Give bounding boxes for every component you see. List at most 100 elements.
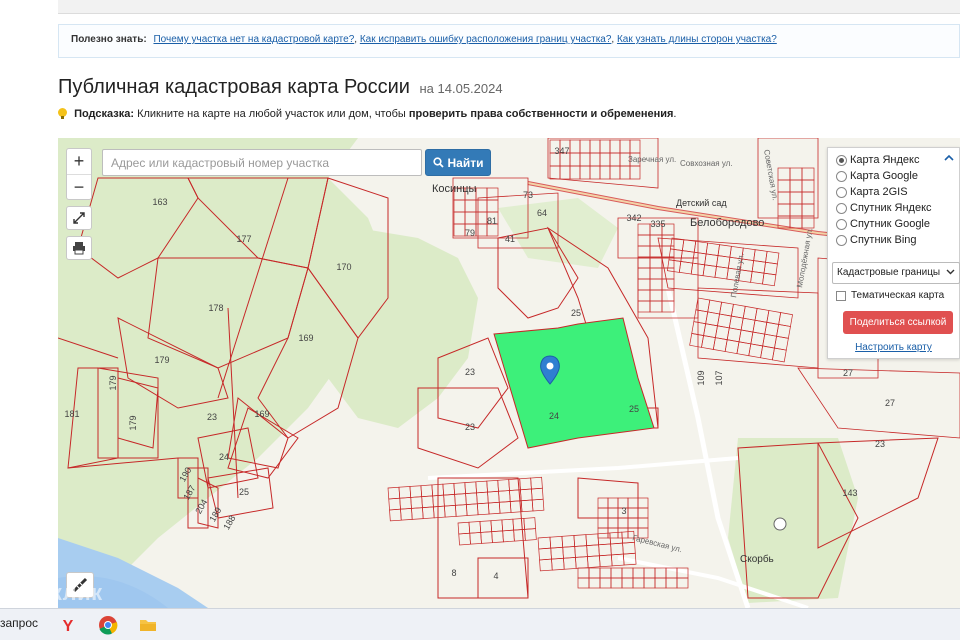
layer-option-google-satellite[interactable]: Спутник Google	[836, 216, 930, 232]
thematic-map-checkbox[interactable]: Тематическая карта	[836, 290, 944, 301]
layer-option-label: Спутник Bing	[850, 234, 917, 246]
parcel-label: 177	[236, 234, 251, 244]
place-label-kindergarten: Детский сад	[676, 198, 727, 208]
expand-icon	[73, 212, 85, 224]
forest-area	[728, 438, 858, 603]
map-canvas[interactable]: 163 177 170 178 169 179 179 179 181 169 …	[58, 138, 960, 608]
configure-map-link[interactable]: Настроить карту	[828, 342, 959, 353]
print-button[interactable]	[66, 236, 92, 260]
page-title: Публичная кадастровая карта России на 14…	[58, 76, 503, 99]
parcel-label: 143	[842, 488, 857, 498]
measure-button[interactable]	[66, 572, 94, 598]
parcel-label: 24	[219, 452, 229, 462]
parcel-label: 179	[154, 355, 169, 365]
file-explorer-icon[interactable]	[136, 613, 160, 637]
parcel-label: 347	[554, 146, 569, 156]
place-label-skorb: Скорбь	[740, 553, 774, 565]
fullscreen-button[interactable]	[66, 206, 92, 230]
parcel-label: 179	[128, 415, 138, 430]
parcel-label: 64	[537, 208, 547, 218]
hint-end: .	[673, 108, 677, 120]
parcel-label: 23	[465, 367, 475, 377]
taskbar: запрос Y	[0, 608, 960, 640]
parcel-label: 163	[152, 197, 167, 207]
top-scroll-strip	[58, 0, 960, 14]
parcel-label: 41	[505, 234, 515, 244]
search-icon	[432, 157, 444, 168]
street-label: Совхозная ул.	[680, 159, 733, 168]
lightbulb-icon	[58, 108, 67, 119]
parcel-label: 179	[108, 375, 118, 390]
zoom-control: + −	[66, 148, 92, 200]
radio-selected[interactable]	[836, 154, 847, 166]
cadastral-layer-select[interactable]: Кадастровые границы	[832, 262, 960, 284]
share-link-button[interactable]: Поделиться ссылкой	[843, 311, 953, 334]
ruler-icon	[72, 577, 88, 593]
place-label-beloborodovo: Белобородово	[690, 217, 764, 229]
radio[interactable]	[836, 218, 847, 230]
parcel-3-marker	[773, 517, 787, 531]
radio[interactable]	[836, 234, 847, 246]
parcel-label: 109	[696, 370, 706, 385]
cadastral-map[interactable]: 163 177 170 178 169 179 179 179 181 169 …	[58, 138, 960, 608]
search-button[interactable]: Найти	[425, 149, 491, 176]
chevron-up-icon[interactable]	[943, 152, 955, 164]
parcel-label: 107	[714, 370, 724, 385]
parcel-label: 342	[626, 213, 641, 223]
layer-option-label: Карта Google	[850, 170, 918, 182]
layer-option-yandex-satellite[interactable]: Спутник Яндекс	[836, 200, 932, 216]
layer-option-bing-satellite[interactable]: Спутник Bing	[836, 232, 917, 248]
checkbox[interactable]	[836, 290, 846, 301]
radio[interactable]	[836, 202, 847, 214]
parcel-label: 25	[571, 308, 581, 318]
parcel-label: 181	[64, 409, 79, 419]
parcel-label: 25	[239, 487, 249, 497]
chevron-down-icon	[946, 269, 955, 275]
tip-link-side-lengths[interactable]: Как узнать длины сторон участка?	[617, 34, 777, 45]
parcel-label: 169	[254, 409, 269, 419]
svg-text:Y: Y	[63, 618, 74, 635]
chrome-icon[interactable]	[96, 613, 120, 637]
tip-link-missing-parcel[interactable]: Почему участка нет на кадастровой карте?	[153, 34, 354, 45]
map-date: на 14.05.2024	[419, 81, 503, 96]
radio[interactable]	[836, 186, 847, 198]
parcel-label: 4	[493, 571, 498, 581]
checkbox-label: Тематическая карта	[851, 290, 945, 301]
parcel-label: 23	[875, 439, 885, 449]
hint-line: Подсказка: Кликните на карте на любой уч…	[58, 108, 676, 120]
printer-icon	[73, 242, 85, 255]
yandex-browser-icon[interactable]: Y	[56, 613, 80, 637]
zoom-in-button[interactable]: +	[67, 149, 91, 174]
parcel-label: 335	[650, 219, 665, 229]
parcel-label: 27	[885, 398, 895, 408]
layer-option-2gis-map[interactable]: Карта 2GIS	[836, 184, 908, 200]
radio[interactable]	[836, 170, 847, 182]
parcel-label: 178	[208, 303, 223, 313]
parcel-label: 81	[487, 216, 497, 226]
parcel-label: 23	[465, 422, 475, 432]
zoom-out-button[interactable]: −	[67, 174, 91, 199]
tip-link-fix-boundaries[interactable]: Как исправить ошибку расположения границ…	[360, 34, 612, 45]
layers-panel: Карта Яндекс Карта Google Карта 2GIS Спу…	[827, 147, 960, 359]
tips-label: Полезно знать:	[71, 34, 147, 45]
parcel-label: 27	[843, 368, 853, 378]
page-title-text: Публичная кадастровая карта России	[58, 76, 410, 98]
parcel-label: 79	[465, 228, 475, 238]
parcel-label: 23	[207, 412, 217, 422]
layer-option-google-map[interactable]: Карта Google	[836, 168, 918, 184]
hint-label: Подсказка:	[74, 108, 135, 120]
select-value: Кадастровые границы	[837, 267, 941, 278]
layer-option-label: Карта Яндекс	[850, 154, 920, 166]
parcel-label: 25	[629, 404, 639, 414]
parcel-label: 24	[549, 411, 559, 421]
taskbar-search-text[interactable]: запрос	[0, 616, 38, 630]
parcel-label: 73	[523, 190, 533, 200]
search-input[interactable]	[102, 149, 422, 176]
street-label: Заречная ул.	[628, 155, 676, 164]
layer-option-yandex-map[interactable]: Карта Яндекс	[836, 152, 919, 168]
layer-option-label: Карта 2GIS	[850, 186, 908, 198]
parcel-label: 169	[298, 333, 313, 343]
page: Полезно знать: Почему участка нет на кад…	[0, 0, 960, 640]
place-label-kosintsy: Косинцы	[432, 183, 477, 195]
useful-tips-bar: Полезно знать: Почему участка нет на кад…	[58, 24, 960, 58]
